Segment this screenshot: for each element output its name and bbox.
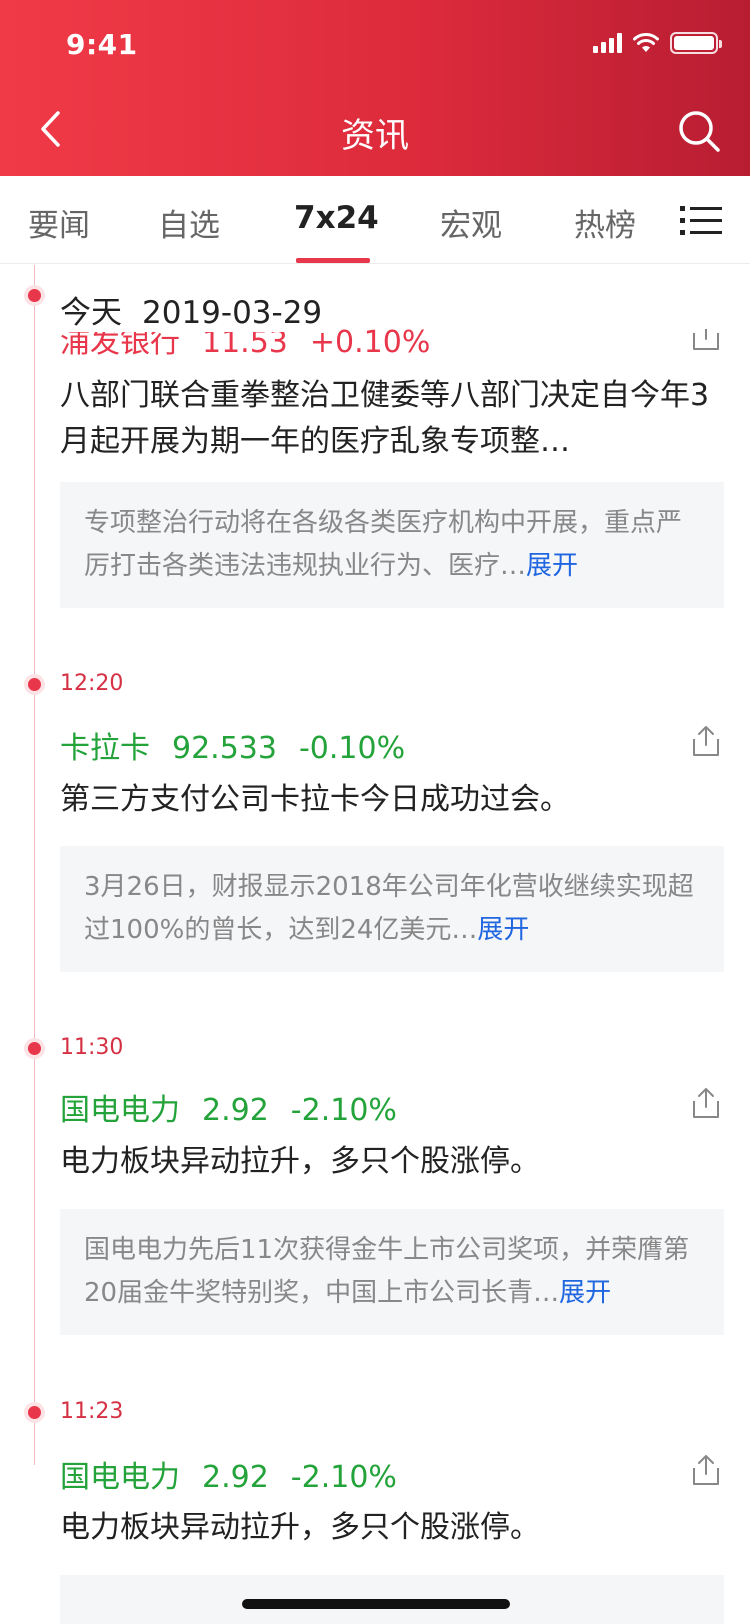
tab-hongguan[interactable]: 宏观 (440, 200, 502, 245)
timeline-dot (28, 1406, 41, 1419)
tab-7x24[interactable]: 7x24 (294, 200, 379, 236)
date-label: 今天 (60, 295, 122, 331)
stock-name: 国电电力 (60, 1460, 180, 1495)
news-item-header-partial: 浦发银行 11.53 +0.10% (0, 329, 750, 359)
stock-change: -2.10% (290, 1093, 397, 1128)
expand-link[interactable]: 展开 (526, 551, 578, 581)
timeline-dot (28, 289, 41, 302)
date-header: 今天 2019-03-29 (60, 287, 323, 332)
stock-price: 11.53 (202, 329, 288, 359)
cellular-signal-icon (593, 33, 622, 53)
category-tabs: 要闻 自选 7x24 宏观 热榜 (0, 176, 750, 264)
stock-price: 2.92 (202, 1460, 269, 1495)
timeline-dot (28, 1042, 41, 1055)
stock-price: 92.533 (172, 731, 277, 766)
search-icon[interactable] (676, 108, 722, 154)
stock-change: -0.10% (298, 731, 406, 766)
stock-quote[interactable]: 卡拉卡 92.533 -0.10% (60, 723, 427, 767)
stock-change: -2.10% (290, 1460, 397, 1495)
expand-link[interactable]: 展开 (477, 915, 529, 945)
share-icon[interactable] (688, 329, 724, 353)
date-value: 2019-03-29 (142, 295, 323, 331)
share-icon[interactable] (688, 723, 724, 759)
stock-price: 2.92 (202, 1093, 269, 1128)
news-title[interactable]: 八部门联合重拳整治卫健委等八部门决定自今年3月起开展为期一年的医疗乱象专项整… (60, 373, 724, 465)
stock-quote[interactable]: 国电电力 2.92 -2.10% (60, 1085, 419, 1129)
timeline-line (34, 265, 35, 1465)
share-icon[interactable] (688, 1085, 724, 1121)
news-title[interactable]: 电力板块异动拉升，多只个股涨停。 (60, 1505, 724, 1551)
summary-text: 专项整治行动将在各级各类医疗机构中开展，重点严厉打击各类违法违规执业行为、医疗… (84, 508, 683, 581)
stock-quote[interactable]: 国电电力 2.92 -2.10% (60, 1452, 419, 1496)
news-time: 12:20 (60, 671, 124, 696)
page-title: 资讯 (341, 116, 409, 156)
news-summary[interactable]: 国电电力先后11次获得金牛上市公司奖项，并荣膺第20届金牛奖特别奖，中国上市公司… (60, 1209, 724, 1335)
news-summary[interactable]: 专项整治行动将在各级各类医疗机构中开展，重点严厉打击各类违法违规执业行为、医疗…… (60, 482, 724, 608)
active-tab-indicator (296, 258, 370, 263)
status-time: 9:41 (66, 28, 138, 61)
wifi-icon (633, 33, 659, 52)
summary-text: 3月26日，财报显示2018年公司年化营收继续实现超过100%的曾长，达到24亿… (84, 872, 694, 945)
stock-quote[interactable]: 浦发银行 11.53 +0.10% (60, 329, 452, 359)
news-feed[interactable]: 浦发银行 11.53 +0.10% 今天 2019-03-29 八部门联合重拳整治卫健… (0, 265, 750, 1624)
home-indicator (242, 1599, 510, 1609)
tab-yaowen[interactable]: 要闻 (28, 200, 90, 245)
stock-name: 卡拉卡 (60, 731, 150, 766)
news-title[interactable]: 电力板块异动拉升，多只个股涨停。 (60, 1139, 724, 1185)
app-header: 9:41 资讯 (0, 0, 750, 176)
stock-name: 国电电力 (60, 1093, 180, 1128)
tab-rebang[interactable]: 热榜 (574, 200, 636, 245)
expand-link[interactable]: 展开 (559, 1278, 611, 1308)
tab-zixuan[interactable]: 自选 (158, 200, 220, 245)
stock-name: 浦发银行 (60, 329, 180, 359)
news-title[interactable]: 第三方支付公司卡拉卡今日成功过会。 (60, 777, 724, 823)
news-time: 11:30 (60, 1035, 124, 1060)
stock-change: +0.10% (309, 329, 431, 359)
share-icon[interactable] (688, 1452, 724, 1488)
status-icons (593, 32, 722, 54)
news-time: 11:23 (60, 1399, 124, 1424)
battery-icon (670, 32, 722, 54)
news-summary[interactable]: 3月26日，财报显示2018年公司年化营收继续实现超过100%的曾长，达到24亿… (60, 846, 724, 972)
list-menu-icon[interactable] (680, 204, 722, 238)
timeline-dot (28, 678, 41, 691)
